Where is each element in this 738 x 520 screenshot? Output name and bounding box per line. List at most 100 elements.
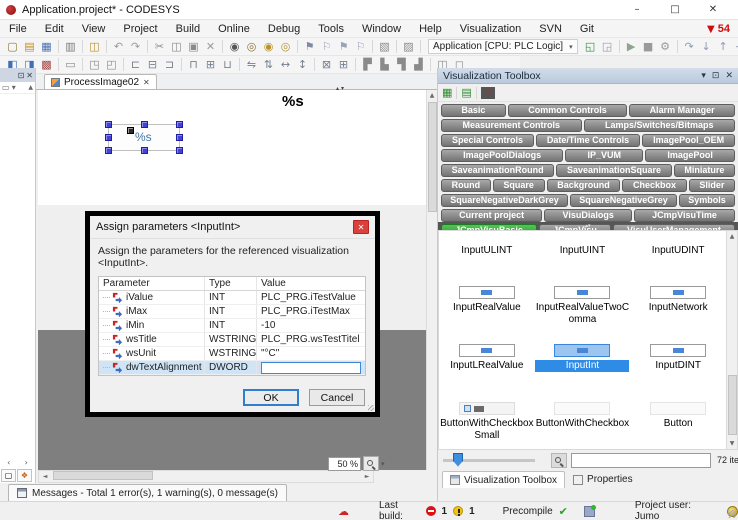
maximize-button[interactable]: □	[656, 0, 694, 19]
frame-selection-icon[interactable]: ▭	[62, 57, 79, 72]
export-icon[interactable]: ▧	[376, 39, 393, 54]
undo-icon[interactable]: ↶	[110, 39, 127, 54]
cancel-button[interactable]: Cancel	[309, 389, 365, 406]
gateway-status-icon[interactable]	[584, 506, 595, 517]
logout-icon[interactable]: ◲	[599, 39, 616, 54]
menu-item[interactable]: File	[0, 23, 36, 35]
library-icon[interactable]: ▨	[400, 39, 417, 54]
pou-view-tab-icon[interactable]: ▢	[1, 469, 16, 482]
devices-view-tab-icon[interactable]: ❖	[17, 469, 32, 482]
distribute-vertical-icon[interactable]: ⇅	[260, 57, 277, 72]
replace-all-icon[interactable]: ◎	[277, 39, 294, 54]
next-bookmark-icon[interactable]: ⚑	[335, 39, 352, 54]
redo-icon[interactable]: ↷	[127, 39, 144, 54]
delete-icon[interactable]: ✕	[202, 39, 219, 54]
toolbox-item[interactable]: ButtonWithCheckboxSmall	[439, 399, 535, 450]
same-width-icon[interactable]: ↔	[277, 57, 294, 72]
align-center-icon[interactable]: ⊟	[144, 57, 161, 72]
prev-bookmark-icon[interactable]: ⚐	[318, 39, 335, 54]
toolbox-category-button[interactable]: SquareNegativeGrey	[570, 194, 677, 207]
toolbox-category-button[interactable]: Current project	[441, 209, 542, 222]
slider-thumb[interactable]	[453, 453, 463, 467]
toolbox-category-button[interactable]: Date/Time Controls	[536, 134, 640, 147]
align-top-icon[interactable]: ⊓	[185, 57, 202, 72]
dialog-title-bar[interactable]: Assign parameters <InputInt> ✕	[90, 216, 375, 239]
selected-text-widget[interactable]: %s	[108, 124, 180, 151]
thumbnail-size-slider[interactable]	[443, 459, 535, 462]
toolbox-item[interactable]: Button	[630, 399, 726, 450]
menu-item[interactable]: Window	[353, 23, 410, 35]
menu-item[interactable]: Edit	[36, 23, 73, 35]
tab-properties[interactable]: Properties	[566, 471, 640, 488]
value-input[interactable]	[261, 362, 361, 374]
find-all-icon[interactable]: ◉	[260, 39, 277, 54]
toolbox-item[interactable]: InputULINT	[439, 231, 535, 283]
menu-item[interactable]: Debug	[259, 23, 309, 35]
menu-item[interactable]: Online	[209, 23, 259, 35]
close-icon[interactable]: ✕	[725, 71, 733, 81]
bring-front-icon[interactable]: ▛	[359, 57, 376, 72]
dialog-close-button[interactable]: ✕	[353, 220, 369, 234]
toolbox-category-button[interactable]: Common Controls	[508, 104, 627, 117]
view-mode-icon[interactable]: ▭	[2, 83, 10, 92]
toolbox-category-button[interactable]: ImagePool_OEM	[642, 134, 735, 147]
column-header[interactable]: Type	[205, 277, 257, 290]
send-backward-icon[interactable]: ▜	[393, 57, 410, 72]
close-button[interactable]: ✕	[694, 0, 732, 19]
toolbox-category-button[interactable]: Basic	[441, 104, 506, 117]
save-icon[interactable]: ▦	[38, 39, 55, 54]
scroll-up-icon[interactable]: ▲	[727, 231, 737, 242]
active-application-selector[interactable]: Application [CPU: PLC Logic] ▾	[428, 39, 578, 54]
parameter-row[interactable]: dwTextAlignment DWORD	[99, 361, 365, 375]
toolbox-category-button[interactable]: JCmpVisuTime	[634, 209, 735, 222]
open-project-icon[interactable]: ▤	[21, 39, 38, 54]
zoom-tool-button[interactable]	[363, 456, 379, 471]
replace-icon[interactable]: ◎	[243, 39, 260, 54]
menu-item[interactable]: Visualization	[451, 23, 531, 35]
resize-handle[interactable]	[105, 147, 112, 154]
project-settings-icon[interactable]: ◫	[86, 39, 103, 54]
search-button[interactable]	[551, 453, 567, 468]
toolbox-category-button[interactable]: SaveanimationRound	[441, 164, 554, 177]
nav-prev-icon[interactable]: ‹	[7, 458, 10, 467]
column-header[interactable]: Parameter	[99, 277, 205, 290]
toolbox-category-button[interactable]: SquareNegativeDarkGrey	[441, 194, 568, 207]
scroll-left-icon[interactable]: ◄	[39, 473, 51, 480]
resize-handle[interactable]	[176, 121, 183, 128]
export-favorites-icon[interactable]: ↗	[481, 87, 495, 99]
find-icon[interactable]: ◉	[226, 39, 243, 54]
align-bottom-icon[interactable]: ⊔	[219, 57, 236, 72]
parameter-row[interactable]: iValue INT PLC_PRG.iTestValue	[99, 291, 365, 305]
notification-funnel-icon[interactable]: ▼	[707, 24, 715, 35]
step-into-icon[interactable]: ↓	[698, 39, 715, 54]
resize-handle[interactable]	[141, 121, 148, 128]
grid-view-icon[interactable]: ▦	[442, 86, 452, 99]
toolbox-item[interactable]: InputNetwork	[630, 283, 726, 341]
toolbox-category-button[interactable]: Miniature	[674, 164, 735, 177]
paste-icon[interactable]: ▣	[185, 39, 202, 54]
screenshot-icon[interactable]: ◰	[103, 57, 120, 72]
chevron-down-icon[interactable]: ▾	[12, 83, 16, 92]
pin-icon[interactable]: ⊡	[712, 71, 720, 81]
start-icon[interactable]: ▶	[623, 39, 640, 54]
zoom-level[interactable]: 50 %	[328, 457, 361, 471]
toolbox-category-button[interactable]: IP_VUM	[565, 149, 643, 162]
menu-item[interactable]: Git	[571, 23, 603, 35]
toolbox-item[interactable]: InputDINT	[630, 341, 726, 399]
window-position-icon[interactable]: ▾	[701, 71, 706, 81]
align-left-icon[interactable]: ⊏	[127, 57, 144, 72]
column-header[interactable]: Value	[257, 277, 365, 290]
toolbox-item[interactable]: InputUDINT	[630, 231, 726, 283]
toolbox-item[interactable]: InputRealValueTwoComma	[535, 283, 631, 341]
menu-item[interactable]: Build	[167, 23, 209, 35]
align-right-icon[interactable]: ⊐	[161, 57, 178, 72]
visualization-page[interactable]	[38, 90, 426, 205]
scrollbar-thumb[interactable]	[728, 375, 737, 435]
bookmark-icon[interactable]: ⚑	[301, 39, 318, 54]
toolbox-category-button[interactable]: Square	[493, 179, 545, 192]
color-palette-icon[interactable]: ▩	[38, 57, 55, 72]
toolbox-item[interactable]: InputInt	[535, 341, 631, 399]
close-icon[interactable]: ✕	[26, 71, 33, 80]
parameter-row[interactable]: iMax INT PLC_PRG.iTestMax	[99, 305, 365, 319]
resize-handle[interactable]	[176, 147, 183, 154]
